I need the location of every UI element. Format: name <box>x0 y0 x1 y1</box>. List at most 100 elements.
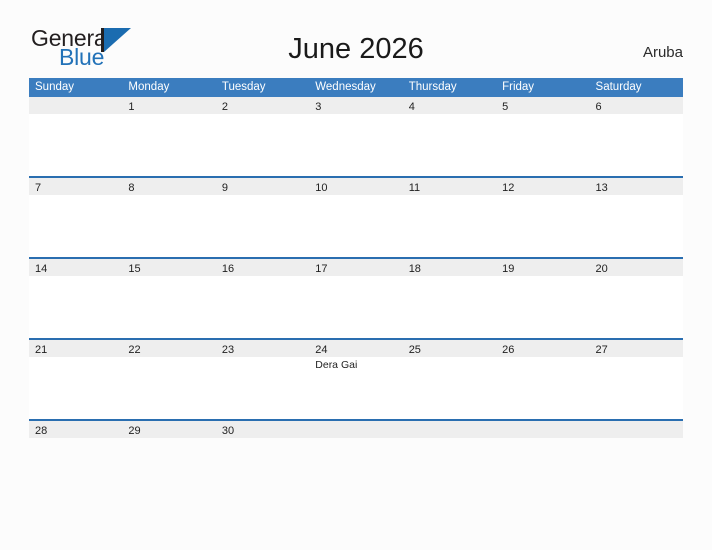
day-cell[interactable]: 15 <box>122 259 216 338</box>
day-number: 29 <box>128 425 141 437</box>
day-number: 27 <box>595 344 608 356</box>
day-number-band: 23 <box>215 340 310 357</box>
day-number-band: 29 <box>122 421 216 438</box>
weekday-header-wednesday: Wednesday <box>315 81 376 93</box>
day-number-band: 5 <box>496 97 590 114</box>
day-cell[interactable]: 25 <box>402 340 497 419</box>
day-events <box>29 276 123 338</box>
day-number-band <box>496 421 590 438</box>
region-label: Aruba <box>642 44 683 61</box>
day-cell[interactable]: 10 <box>309 178 403 257</box>
day-number: 10 <box>315 182 328 194</box>
day-cell[interactable]: 2 <box>215 97 310 176</box>
day-cell[interactable]: 26 <box>496 340 590 419</box>
day-number-band: 2 <box>215 97 310 114</box>
day-cell[interactable]: 24 Dera Gai <box>309 340 403 419</box>
day-events <box>589 114 683 176</box>
day-number: 11 <box>408 182 421 194</box>
day-cell[interactable]: 14 <box>29 259 123 338</box>
page-title: June 2026 <box>288 33 424 65</box>
day-number-band: 7 <box>29 178 123 195</box>
day-cell[interactable]: 5 <box>496 97 590 176</box>
day-events <box>215 114 310 176</box>
day-number-band: 26 <box>496 340 590 357</box>
day-number-band: 3 <box>309 97 403 114</box>
day-cell[interactable]: 4 <box>402 97 497 176</box>
day-number-band: 9 <box>215 178 310 195</box>
day-number <box>496 425 502 437</box>
day-number-band: 19 <box>496 259 590 276</box>
day-cell[interactable]: 9 <box>215 178 310 257</box>
day-number: 19 <box>502 263 515 275</box>
day-number-band: 11 <box>402 178 497 195</box>
day-cell[interactable]: 7 <box>29 178 123 257</box>
day-events <box>309 114 403 176</box>
day-number-band: 27 <box>589 340 683 357</box>
day-cell[interactable]: 12 <box>496 178 590 257</box>
weekday-header-saturday: Saturday <box>595 81 642 93</box>
day-number: 24 <box>315 344 328 356</box>
day-cell[interactable]: 18 <box>402 259 497 338</box>
day-cell[interactable]: 11 <box>402 178 497 257</box>
weekday-header-monday: Monday <box>128 81 170 93</box>
day-number-band: 4 <box>402 97 497 114</box>
day-events <box>122 114 216 176</box>
day-number-band: 1 <box>122 97 216 114</box>
day-number-band: 16 <box>215 259 310 276</box>
day-cell[interactable]: 30 <box>215 421 310 438</box>
day-cell[interactable]: 16 <box>215 259 310 338</box>
day-cell[interactable]: 17 <box>309 259 403 338</box>
day-cell[interactable]: 28 <box>29 421 123 438</box>
day-events <box>29 357 123 419</box>
day-number: 14 <box>35 263 48 275</box>
day-events <box>496 357 590 419</box>
calendar-grid: Sunday Monday Tuesday Wednesday Thursday… <box>29 78 683 438</box>
day-number <box>309 425 315 437</box>
day-cell[interactable]: 8 <box>122 178 216 257</box>
day-number-band: 25 <box>402 340 497 357</box>
day-cell[interactable]: 6 <box>589 97 683 176</box>
day-number: 5 <box>502 101 509 113</box>
day-events <box>215 276 310 338</box>
day-number-band <box>589 421 683 438</box>
day-events <box>122 276 216 338</box>
day-number <box>29 101 35 113</box>
day-cell[interactable]: 23 <box>215 340 310 419</box>
day-number-band: 14 <box>29 259 123 276</box>
day-cell[interactable] <box>29 97 123 176</box>
day-event: Dera Gai <box>315 359 358 371</box>
day-number-band: 12 <box>496 178 590 195</box>
day-number-band: 24 <box>309 340 403 357</box>
day-events <box>496 114 590 176</box>
day-cell[interactable]: 29 <box>122 421 216 438</box>
day-events <box>589 195 683 257</box>
day-cell[interactable] <box>309 421 403 438</box>
day-events <box>215 195 310 257</box>
day-events <box>215 357 310 419</box>
day-cell[interactable]: 20 <box>589 259 683 338</box>
day-cell[interactable] <box>496 421 590 438</box>
day-cell[interactable]: 21 <box>29 340 123 419</box>
day-events: Dera Gai <box>309 357 403 419</box>
day-number: 13 <box>595 182 608 194</box>
weekday-header-tuesday: Tuesday <box>221 81 266 93</box>
day-events <box>402 276 497 338</box>
day-number-band: 15 <box>122 259 216 276</box>
day-number-band: 18 <box>402 259 497 276</box>
day-number: 1 <box>128 101 135 113</box>
day-cell[interactable]: 22 <box>122 340 216 419</box>
day-events <box>309 195 403 257</box>
day-number-band: 21 <box>29 340 123 357</box>
week-row: 7 8 9 10 11 12 13 <box>29 176 683 257</box>
day-number: 3 <box>315 101 322 113</box>
day-cell[interactable]: 19 <box>496 259 590 338</box>
day-cell[interactable] <box>402 421 497 438</box>
day-number <box>590 425 596 437</box>
day-cell[interactable]: 13 <box>589 178 683 257</box>
day-cell[interactable]: 1 <box>122 97 216 176</box>
day-cell[interactable] <box>589 421 683 438</box>
day-events <box>122 357 216 419</box>
day-cell[interactable]: 27 <box>589 340 683 419</box>
week-row: 21 22 23 24 Dera Gai 25 26 27 <box>29 338 683 419</box>
day-cell[interactable]: 3 <box>309 97 403 176</box>
